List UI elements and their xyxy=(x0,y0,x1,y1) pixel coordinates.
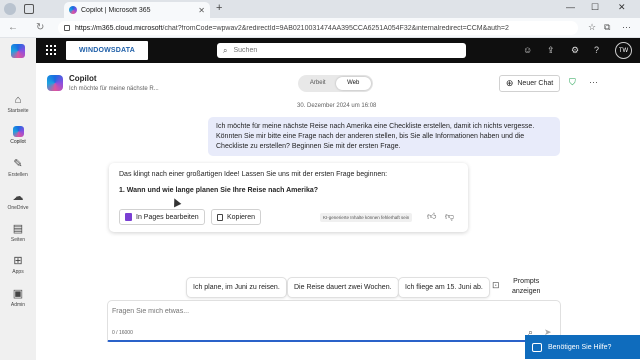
new-tab-button[interactable]: + xyxy=(216,2,222,14)
feedback-icon[interactable]: ☺ xyxy=(523,45,532,55)
mouse-cursor-icon xyxy=(170,196,182,208)
pages-icon xyxy=(125,213,132,221)
url-path: /chat?fromCode=wpwav2&redirectId=9AB0210… xyxy=(162,24,509,32)
user-message: Ich möchte für meine nächste Reise nach … xyxy=(208,117,560,156)
rail-label: Apps xyxy=(12,269,24,275)
show-prompts-label-line1: Prompts xyxy=(513,278,540,285)
profile-icon[interactable] xyxy=(4,3,16,15)
cloud-icon: ☁ xyxy=(12,191,24,203)
rail-label: OneDrive xyxy=(7,205,29,211)
copilot-favicon-icon xyxy=(69,6,77,14)
prompts-icon[interactable]: ⊡ xyxy=(492,280,500,291)
search-input[interactable] xyxy=(233,47,434,54)
maximize-button[interactable]: ☐ xyxy=(591,2,599,13)
rail-item-admin[interactable]: ▣ Admin xyxy=(0,288,36,308)
app-rail: ⌂ Startseite Copilot ✎ Erstellen ☁ OneDr… xyxy=(0,38,36,360)
new-chat-label: Neuer Chat xyxy=(517,80,554,87)
ai-question-text: 1. Wann und wie lange planen Sie Ihre Re… xyxy=(119,187,319,194)
work-web-toggle[interactable]: Arbeit Web xyxy=(298,75,373,92)
main-content: Copilot Ich möchte für meine nächste R..… xyxy=(36,63,640,360)
search-icon: ⌕ xyxy=(223,45,228,55)
suggestion-chip[interactable]: Ich fliege am 15. Juni ab. xyxy=(398,277,490,298)
url-host: https://m365.cloud.microsoft xyxy=(75,24,163,32)
browser-titlebar: Copilot | Microsoft 365 ✕ + — ☐ ✕ xyxy=(0,0,640,18)
tab-title: Copilot | Microsoft 365 xyxy=(81,6,151,14)
copy-button[interactable]: Kopieren xyxy=(211,209,262,225)
shield-icon[interactable]: ⛉ xyxy=(569,77,576,88)
edit-in-pages-button[interactable]: In Pages bearbeiten xyxy=(119,209,205,225)
more-icon[interactable]: ⋯ xyxy=(622,22,631,33)
help-label: Benötigen Sie Hilfe? xyxy=(548,343,612,351)
address-bar: ← ↻ https://m365.cloud.microsoft/chat?fr… xyxy=(0,18,640,38)
avatar[interactable]: TW xyxy=(615,42,632,59)
rail-label: Seiten xyxy=(10,237,26,243)
search-box[interactable]: ⌕ xyxy=(217,43,466,58)
admin-icon: ▣ xyxy=(12,288,24,300)
message-input[interactable] xyxy=(112,308,512,315)
url-field[interactable]: https://m365.cloud.microsoft/chat?fromCo… xyxy=(58,21,578,35)
rail-item-home[interactable]: ⌂ Startseite xyxy=(0,94,36,114)
rail-item-onedrive[interactable]: ☁ OneDrive xyxy=(0,191,36,211)
lock-icon xyxy=(64,25,70,31)
toggle-web[interactable]: Web xyxy=(335,77,371,90)
pages-icon: ▤ xyxy=(12,223,24,235)
pen-icon: ✎ xyxy=(13,158,23,170)
chat-title: Copilot xyxy=(69,74,97,83)
edit-in-pages-label: In Pages bearbeiten xyxy=(136,213,199,221)
ai-intro-text: Das klingt nach einer großartigen Idee! … xyxy=(119,171,388,178)
rail-item-pages[interactable]: ▤ Seiten xyxy=(0,223,36,243)
tab-close-icon[interactable]: ✕ xyxy=(198,6,205,15)
new-chat-button[interactable]: ⊕ Neuer Chat xyxy=(499,75,560,92)
m365-logo-icon[interactable] xyxy=(11,44,25,58)
help-icon[interactable]: ? xyxy=(594,45,599,55)
favorites-icon[interactable]: ☆ xyxy=(588,22,596,33)
show-prompts-button[interactable]: Prompts anzeigen xyxy=(512,277,540,297)
suggestion-chip[interactable]: Ich plane, im Juni zu reisen. xyxy=(186,277,287,298)
chat-composer: 0 / 16000 ⌕ ➤ xyxy=(107,300,561,342)
window-close-button[interactable]: ✕ xyxy=(618,2,626,13)
more-options-icon[interactable]: ⋯ xyxy=(589,77,598,88)
apps-icon: ⊞ xyxy=(13,255,23,267)
copy-icon xyxy=(217,213,223,221)
tab-actions-icon[interactable] xyxy=(24,4,34,14)
rail-label: Erstellen xyxy=(8,172,28,178)
chat-bubble-icon xyxy=(532,342,542,352)
show-prompts-label-line2: anzeigen xyxy=(512,288,541,295)
publish-icon[interactable]: ⇪ xyxy=(547,45,555,56)
help-button[interactable]: Benötigen Sie Hilfe? xyxy=(525,335,640,359)
rail-item-create[interactable]: ✎ Erstellen xyxy=(0,158,36,178)
copilot-logo-icon xyxy=(47,75,63,91)
chat-subtitle: Ich möchte für meine nächste R... xyxy=(69,86,159,92)
thumbs-up-icon[interactable]: 👍︎ xyxy=(427,211,436,222)
rail-item-apps[interactable]: ⊞ Apps xyxy=(0,255,36,275)
suggestion-chip[interactable]: Die Reise dauert zwei Wochen. xyxy=(287,277,399,298)
copilot-icon xyxy=(12,126,24,137)
back-icon[interactable]: ← xyxy=(8,22,18,33)
minimize-button[interactable]: — xyxy=(566,2,575,12)
reload-icon[interactable]: ↻ xyxy=(36,22,44,33)
browser-tab[interactable]: Copilot | Microsoft 365 ✕ xyxy=(64,2,210,18)
brand-text: WINDOWSDATA xyxy=(79,47,135,54)
copy-label: Kopieren xyxy=(227,213,256,221)
home-icon: ⌂ xyxy=(14,94,22,106)
new-chat-icon: ⊕ xyxy=(505,78,514,88)
app-launcher-icon[interactable] xyxy=(46,45,56,55)
extensions-icon[interactable]: ⧉ xyxy=(604,22,610,33)
settings-icon[interactable]: ⚙ xyxy=(571,45,579,56)
ai-response-card: Das klingt nach einer großartigen Idee! … xyxy=(109,163,468,232)
char-counter: 0 / 16000 xyxy=(112,330,133,336)
rail-item-copilot[interactable]: Copilot xyxy=(0,126,36,145)
ai-disclaimer: KI-generierte Inhalte können fehlerhaft … xyxy=(320,213,413,222)
thumbs-down-icon[interactable]: 👎︎ xyxy=(445,211,454,222)
brand-logo[interactable]: WINDOWSDATA xyxy=(66,41,148,60)
chat-date: 30. Dezember 2024 um 16:08 xyxy=(297,103,377,109)
top-bar: WINDOWSDATA ⌕ ☺ ⇪ ⚙ ? TW xyxy=(36,38,640,63)
rail-label: Startseite xyxy=(7,108,29,114)
toggle-work[interactable]: Arbeit xyxy=(300,77,336,90)
rail-label: Admin xyxy=(10,302,26,308)
rail-label: Copilot xyxy=(10,139,26,145)
